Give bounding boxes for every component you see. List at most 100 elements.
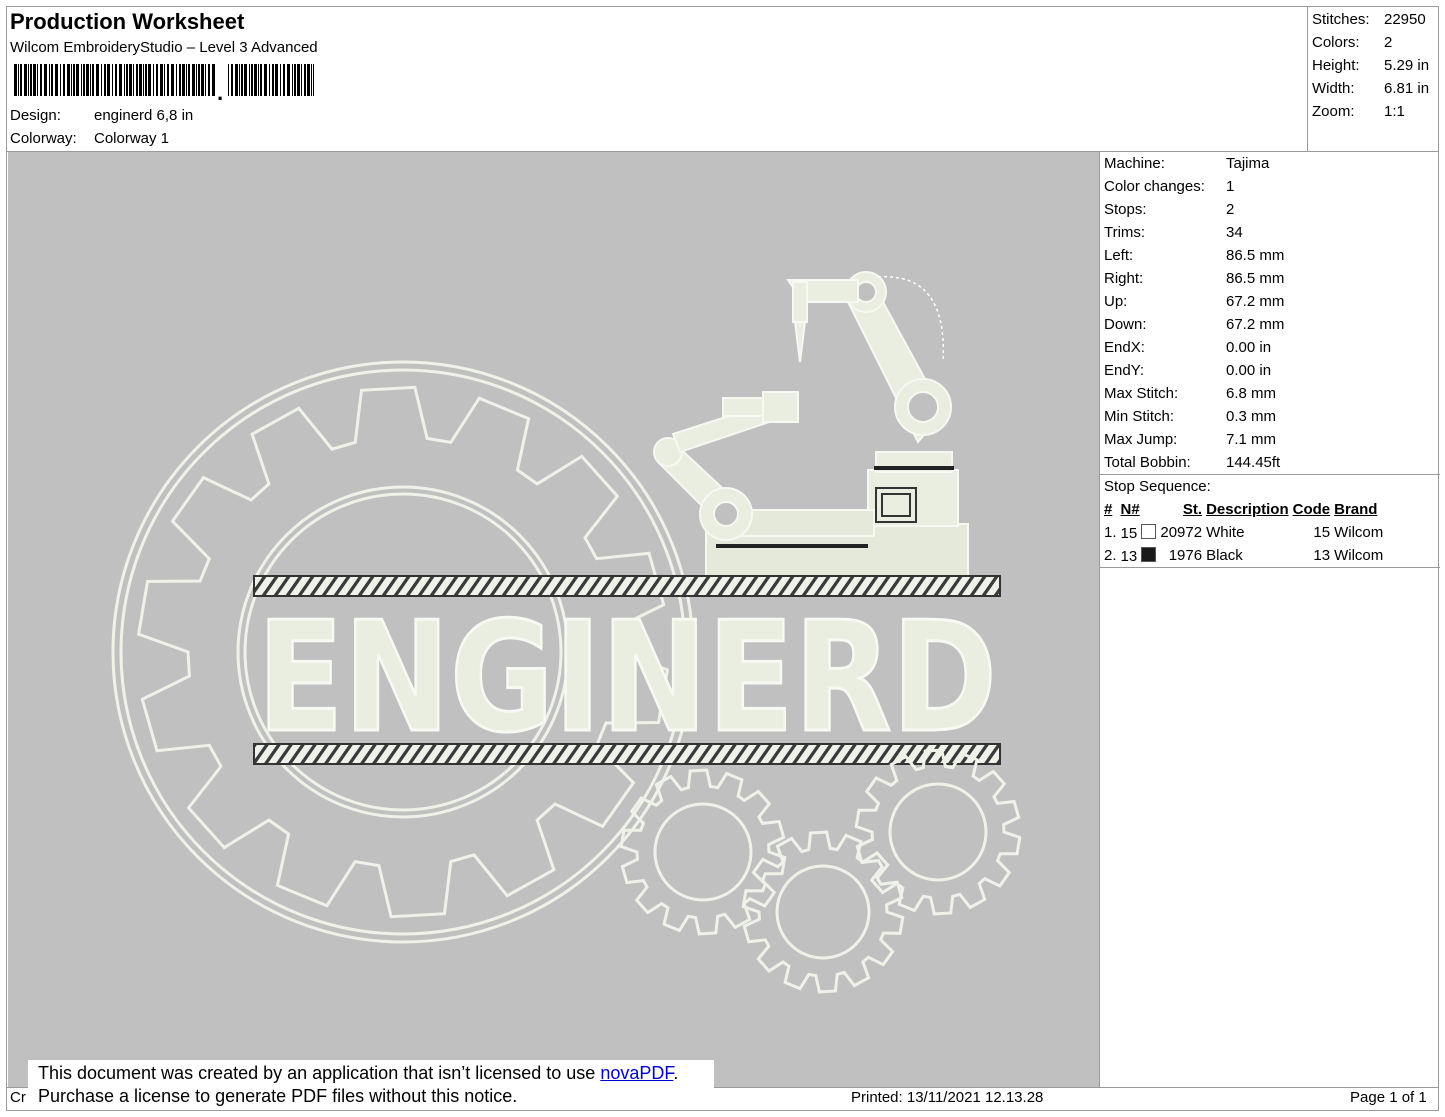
row-stitches: 20972: [1160, 524, 1203, 541]
stop-sequence-label: Stop Sequence:: [1104, 478, 1211, 495]
small-gear-left-hole: [653, 802, 753, 902]
page-title: Production Worksheet: [10, 9, 245, 34]
notice-text: This document was created by an applicat…: [38, 1063, 601, 1083]
application-name: Wilcom EmbroideryStudio – Level 3 Advanc…: [10, 39, 318, 56]
info-label: Min Stitch:: [1104, 408, 1175, 425]
color-swatch: [1141, 523, 1157, 539]
row-stitches: 1976: [1168, 547, 1203, 564]
row-description: Black: [1206, 547, 1243, 564]
info-value: 0.00 in: [1226, 362, 1272, 379]
info-value: 34: [1226, 224, 1243, 241]
info-label: Trims:: [1104, 224, 1146, 241]
info-value: 2: [1226, 201, 1235, 218]
info-label: Max Jump:: [1104, 431, 1178, 448]
design-value: enginerd 6,8 in: [94, 107, 194, 124]
info-label: Up:: [1104, 293, 1128, 310]
novapdf-link[interactable]: novaPDF: [600, 1063, 673, 1083]
design-row: Design: enginerd 6,8 in: [10, 105, 193, 127]
info-value: 144.45ft: [1226, 454, 1281, 471]
notice-period: .: [673, 1063, 679, 1083]
row-brand: Wilcom: [1334, 524, 1384, 541]
row-index: 1.: [1104, 524, 1117, 541]
row-code: 13: [1313, 547, 1331, 564]
info-value: 0.3 mm: [1226, 408, 1277, 425]
row-index: 2.: [1104, 547, 1117, 564]
table-header-row: # N# St. Description Code Brand: [1102, 498, 1385, 521]
info-value: 86.5 mm: [1226, 247, 1285, 264]
svg-text:,: ,: [217, 80, 223, 100]
summary-label: Height:: [1312, 57, 1360, 74]
info-value: 6.8 mm: [1226, 385, 1277, 402]
summary-value: 5.29 in: [1384, 57, 1430, 74]
info-value: 67.2 mm: [1226, 293, 1285, 310]
summary-value: 2: [1384, 34, 1393, 51]
footer-left: Cr: [10, 1089, 26, 1106]
notice-line-1: This document was created by an applicat…: [38, 1062, 714, 1085]
col-header-needle: N#: [1120, 501, 1140, 518]
needle-number: 13: [1120, 547, 1138, 565]
page-number: Page 1 of 1: [1350, 1089, 1427, 1106]
design-preview: ENGINERD: [8, 152, 1099, 1088]
col-header-index: #: [1104, 501, 1113, 518]
colorway-row: Colorway: Colorway 1: [10, 128, 169, 150]
summary-row: Width: 6.81 in: [1312, 77, 1429, 100]
stop-sequence-table: # N# St. Description Code Brand 1. 15 20…: [1102, 498, 1385, 567]
info-value: 67.2 mm: [1226, 316, 1285, 333]
robot-arm-graphic: [653, 271, 969, 577]
info-label: Down:: [1104, 316, 1147, 333]
printed-date: Printed: 13/11/2021 12.13.28: [851, 1089, 1044, 1106]
summary-value: 1:1: [1384, 103, 1405, 120]
table-row: 1. 15 20972 White 15 Wilcom: [1102, 521, 1385, 544]
info-label: Total Bobbin:: [1104, 454, 1191, 471]
row-needle: 13: [1119, 544, 1159, 567]
info-label: Left:: [1104, 247, 1134, 264]
info-value: 0.00 in: [1226, 339, 1272, 356]
small-gear-bottom: [741, 830, 905, 994]
info-value: Tajima: [1226, 155, 1270, 172]
design-text: ENGINERD: [257, 589, 997, 766]
color-swatch: [1141, 546, 1157, 562]
summary-row: Zoom: 1:1: [1312, 100, 1429, 123]
summary-label: Zoom:: [1312, 103, 1355, 120]
license-notice: This document was created by an applicat…: [28, 1060, 714, 1110]
summary-row: Colors: 2: [1312, 31, 1429, 54]
small-gear-right-hole: [888, 782, 988, 882]
notice-line-2: Purchase a license to generate PDF files…: [38, 1086, 518, 1106]
summary-row: Height: 5.29 in: [1312, 54, 1429, 77]
col-header-stitches: St.: [1182, 501, 1203, 518]
machine-info-panel: Machine: Tajima Color changes: 1 Stops: 2 T…: [1099, 152, 1440, 1088]
embroidery-design: ENGINERD: [111, 271, 1022, 994]
info-label: EndY:: [1104, 362, 1145, 379]
small-gear-right: [854, 748, 1022, 916]
summary-panel: Stitches: 22950 Colors: 2 Height: 5.29 in W…: [1307, 6, 1440, 152]
worksheet-header: Production Worksheet Wilcom EmbroiderySt…: [10, 8, 318, 58]
col-header-code: Code: [1292, 501, 1331, 518]
info-label: EndX:: [1104, 339, 1145, 356]
row-needle: 15: [1119, 521, 1159, 544]
info-label: Stops:: [1104, 201, 1147, 218]
colorway-label: Colorway:: [10, 130, 77, 147]
info-value: 7.1 mm: [1226, 431, 1277, 448]
row-code: 15: [1313, 524, 1331, 541]
summary-value: 22950: [1384, 11, 1426, 28]
info-label: Max Stitch:: [1104, 385, 1179, 402]
summary-value: 6.81 in: [1384, 80, 1430, 97]
row-brand: Wilcom: [1334, 547, 1384, 564]
table-divider: [1100, 567, 1440, 568]
design-label: Design:: [10, 107, 61, 124]
info-value: 86.5 mm: [1226, 270, 1285, 287]
needle-number: 15: [1120, 524, 1138, 542]
col-header-brand: Brand: [1334, 501, 1378, 518]
row-description: White: [1206, 524, 1245, 541]
table-row: 2. 13 1976 Black 13 Wilcom: [1102, 544, 1385, 567]
small-gear-bottom-hole: [775, 864, 871, 960]
info-value: 1: [1226, 178, 1235, 195]
summary-label: Colors:: [1312, 34, 1360, 51]
summary-label: Stitches:: [1312, 11, 1370, 28]
summary-label: Width:: [1312, 80, 1355, 97]
info-label: Machine:: [1104, 155, 1165, 172]
summary-row: Stitches: 22950: [1312, 8, 1429, 31]
info-label: Color changes:: [1104, 178, 1205, 195]
col-header-description: Description: [1206, 501, 1289, 518]
barcode: ,: [14, 64, 314, 100]
